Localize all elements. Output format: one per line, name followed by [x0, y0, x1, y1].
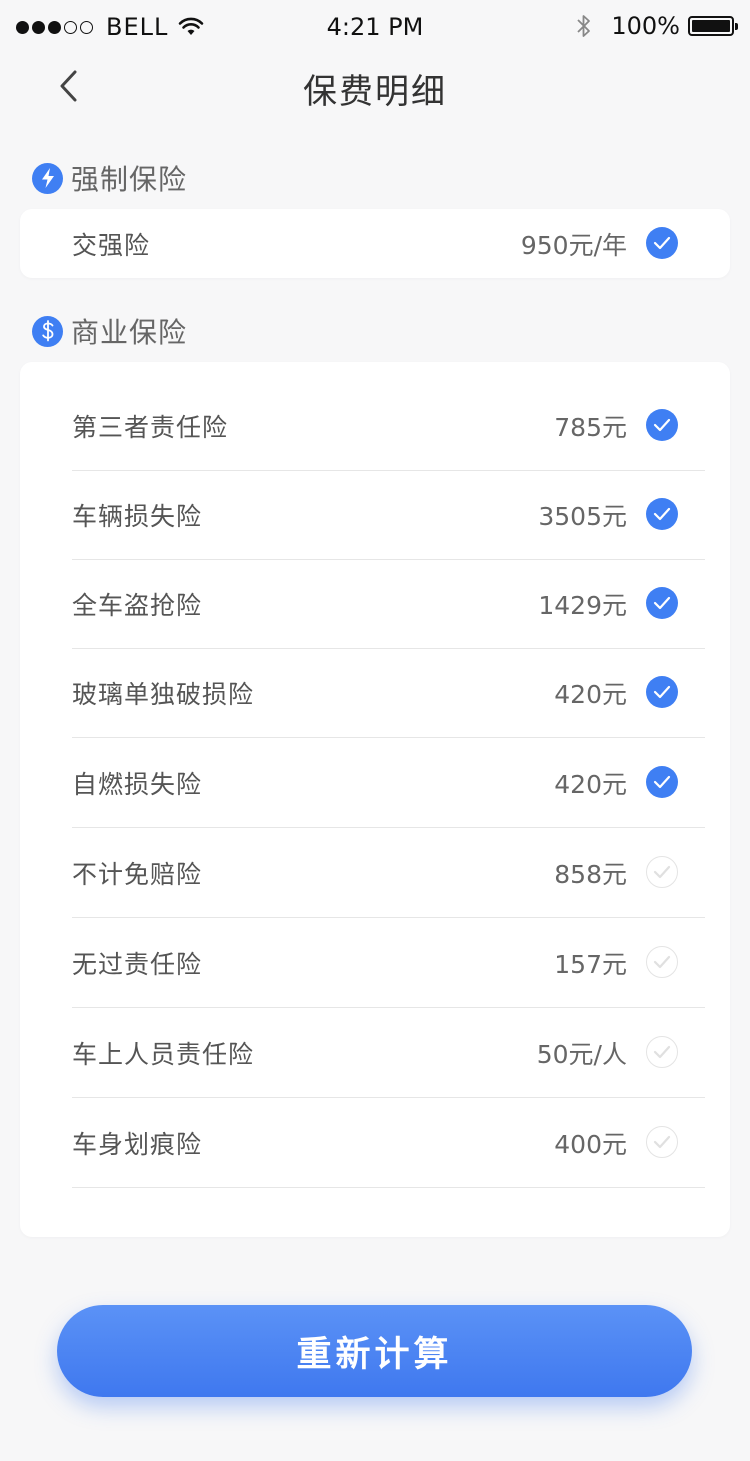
page-title: 保费明细 — [303, 72, 447, 112]
insurance-name: 不计免赔险 — [72, 860, 203, 889]
battery-icon — [688, 16, 738, 36]
lightning-icon — [32, 162, 63, 194]
insurance-name: 自燃损失险 — [72, 770, 203, 799]
commercial-section-header: 商业保险 — [32, 311, 187, 351]
list-item[interactable]: 交强险 950元/年 — [72, 199, 705, 289]
compulsory-section-header: 强制保险 — [32, 158, 187, 198]
list-item[interactable]: 第三者责任险 785元 — [72, 381, 705, 471]
insurance-price: 785元 — [554, 413, 627, 442]
battery-fill — [692, 20, 730, 32]
status-bar: BELL 4:21 PM 100% — [0, 0, 750, 54]
insurance-price: 420元 — [554, 770, 627, 799]
list-item[interactable]: 无过责任险 157元 — [72, 918, 705, 1008]
list-item[interactable]: 全车盗抢险 1429元 — [72, 559, 705, 649]
recalculate-button[interactable]: 重新计算 — [57, 1305, 692, 1397]
list-item[interactable]: 车身划痕险 400元 — [72, 1098, 705, 1188]
insurance-name: 车上人员责任险 — [72, 1040, 255, 1069]
insurance-price: 950元/年 — [520, 231, 627, 260]
check-icon[interactable] — [646, 498, 678, 530]
insurance-price: 858元 — [554, 860, 627, 889]
list-item[interactable]: 自燃损失险 420元 — [72, 738, 705, 828]
check-icon[interactable] — [646, 676, 678, 708]
insurance-name: 无过责任险 — [72, 950, 203, 979]
commercial-card: 第三者责任险 785元 车辆损失险 3505元 全车盗抢险 1429元 玻璃单独… — [20, 362, 730, 1237]
check-icon[interactable] — [646, 1036, 678, 1068]
check-icon[interactable] — [646, 227, 678, 259]
status-right: 100% — [575, 12, 738, 40]
check-icon[interactable] — [646, 856, 678, 888]
insurance-price: 3505元 — [538, 502, 627, 531]
list-item[interactable]: 不计免赔险 858元 — [72, 828, 705, 918]
insurance-name: 第三者责任险 — [72, 413, 229, 442]
insurance-price: 157元 — [554, 950, 627, 979]
insurance-price: 1429元 — [538, 591, 627, 620]
check-icon[interactable] — [646, 946, 678, 978]
compulsory-card: 交强险 950元/年 — [20, 209, 730, 278]
insurance-price: 400元 — [554, 1130, 627, 1159]
list-item[interactable]: 玻璃单独破损险 420元 — [72, 648, 705, 738]
insurance-name: 玻璃单独破损险 — [72, 680, 255, 709]
check-icon[interactable] — [646, 1126, 678, 1158]
insurance-name: 全车盗抢险 — [72, 591, 203, 620]
battery-percent: 100% — [611, 12, 680, 40]
insurance-price: 420元 — [554, 680, 627, 709]
dollar-icon — [32, 315, 63, 347]
compulsory-section-title: 强制保险 — [71, 163, 188, 196]
insurance-name: 车身划痕险 — [72, 1130, 203, 1159]
bluetooth-icon — [577, 15, 591, 37]
commercial-section-title: 商业保险 — [71, 316, 188, 349]
list-item[interactable]: 车辆损失险 3505元 — [72, 470, 705, 560]
check-icon[interactable] — [646, 587, 678, 619]
insurance-name: 车辆损失险 — [72, 502, 203, 531]
list-item[interactable]: 车上人员责任险 50元/人 — [72, 1008, 705, 1098]
check-icon[interactable] — [646, 409, 678, 441]
check-icon[interactable] — [646, 766, 678, 798]
insurance-price: 50元/人 — [536, 1040, 627, 1069]
divider — [72, 1187, 705, 1188]
insurance-name: 交强险 — [72, 231, 151, 260]
nav-bar: 保费明细 — [0, 54, 750, 116]
